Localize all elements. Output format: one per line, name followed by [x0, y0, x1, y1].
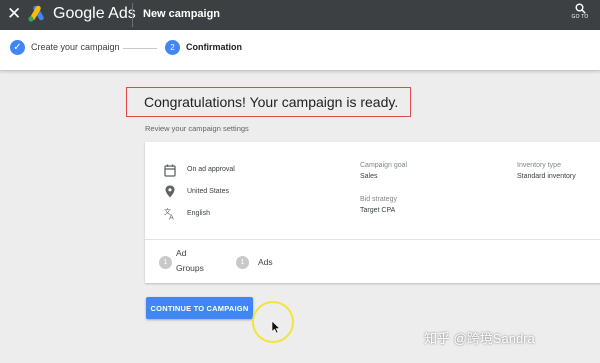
goto-button[interactable]: GO TO: [569, 3, 591, 27]
ad-groups-label-line1: Ad: [176, 248, 187, 258]
mouse-cursor-icon: [271, 320, 281, 334]
ad-groups-label[interactable]: Ad Groups: [176, 246, 204, 276]
location-pin-icon: [165, 185, 175, 198]
search-icon: [575, 3, 586, 14]
ad-groups-count-badge: 1: [159, 256, 172, 269]
step-create-campaign[interactable]: Create your campaign: [31, 42, 120, 52]
bid-strategy-label: Bid strategy: [360, 196, 397, 203]
campaign-goal-label: Campaign goal: [360, 162, 408, 169]
goto-label: GO TO: [571, 14, 589, 20]
google-ads-logo-icon: [28, 5, 44, 22]
card-divider: [145, 239, 600, 240]
campaign-summary-card: On ad approval United States 文 A English…: [145, 142, 600, 283]
language-value: English: [187, 210, 210, 217]
top-app-bar: ✕ Google Ads New campaign GO TO: [0, 0, 600, 30]
continue-to-campaign-button[interactable]: CONTINUE TO CAMPAIGN: [146, 297, 253, 319]
checkmark-icon: ✓: [10, 40, 25, 55]
ads-count-badge: 1: [236, 256, 249, 269]
schedule-value: On ad approval: [187, 166, 235, 173]
watermark-text: 知乎 @跨境Sandra: [424, 331, 535, 346]
ad-groups-label-line2: Groups: [176, 263, 204, 273]
brand-name: Google Ads: [53, 5, 136, 22]
topbar-divider: [132, 3, 133, 27]
progress-stepper: ✓ Create your campaign 2 Confirmation: [0, 30, 600, 71]
step-connector: [123, 48, 157, 49]
step-number-badge: 2: [165, 40, 180, 55]
success-heading: Congratulations! Your campaign is ready.: [126, 87, 411, 117]
calendar-icon: [164, 164, 176, 177]
svg-text:A: A: [169, 214, 174, 221]
inventory-type-label: Inventory type: [517, 162, 561, 169]
translate-icon: 文 A: [164, 207, 174, 221]
ads-label[interactable]: Ads: [258, 255, 273, 270]
bid-strategy-value: Target CPA: [360, 207, 396, 214]
inventory-type-value: Standard inventory: [517, 173, 576, 180]
review-subheading: Review your campaign settings: [145, 124, 249, 133]
location-value: United States: [187, 188, 230, 195]
campaign-goal-value: Sales: [360, 173, 378, 180]
step-confirmation: Confirmation: [186, 42, 242, 52]
close-icon[interactable]: ✕: [7, 6, 21, 23]
page-title: New campaign: [143, 8, 221, 20]
